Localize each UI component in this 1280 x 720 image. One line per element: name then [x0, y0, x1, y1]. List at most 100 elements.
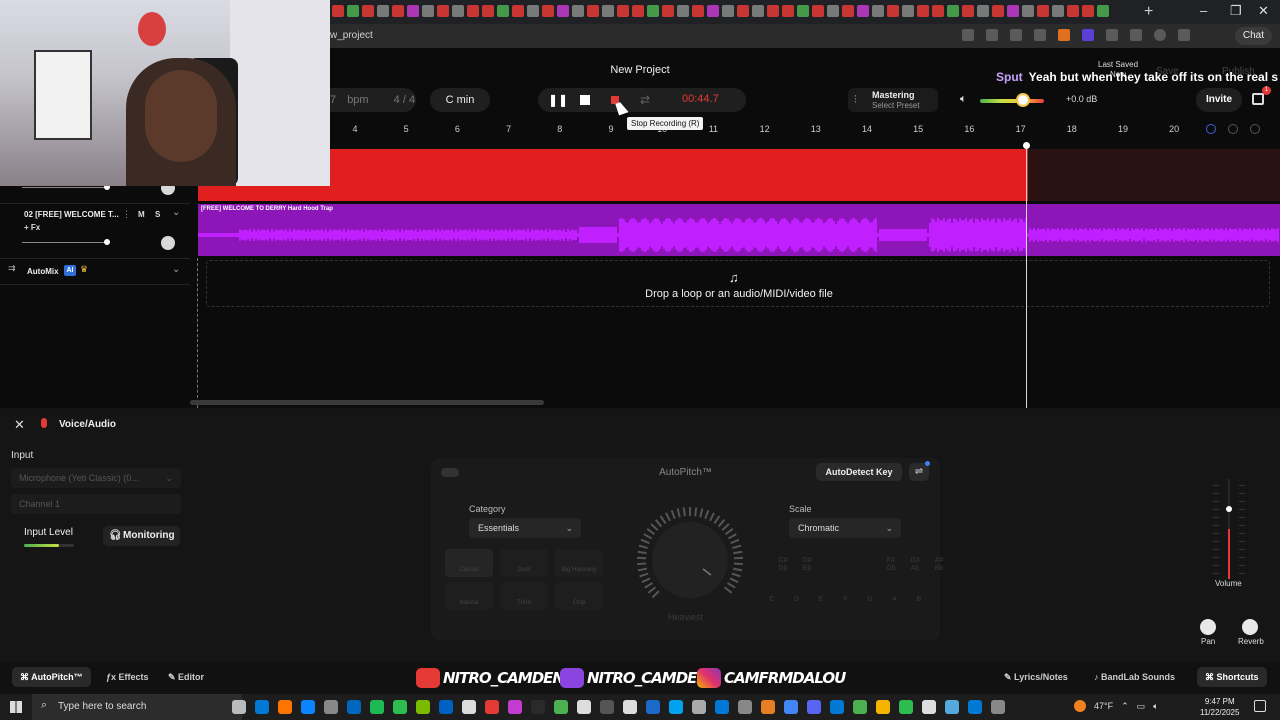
note-key[interactable]: C: [763, 596, 781, 603]
tab-favicon[interactable]: [707, 5, 719, 17]
taskbar-app-icon[interactable]: [485, 700, 499, 714]
tab-favicon[interactable]: [362, 5, 374, 17]
timeline-ruler[interactable]: 4567891011121314151617181920: [330, 120, 1280, 140]
tab-favicon[interactable]: [1067, 5, 1079, 17]
taskbar-app-icon[interactable]: [462, 700, 476, 714]
tab-favicon[interactable]: [1052, 5, 1064, 17]
tab-favicon[interactable]: [437, 5, 449, 17]
category-select[interactable]: Essentials ⌄: [469, 518, 581, 538]
solo-button[interactable]: S: [155, 210, 160, 219]
tab-favicon[interactable]: [332, 5, 344, 17]
bpm-control[interactable]: 7 bpm 4 / 4: [320, 88, 416, 112]
volume-icon[interactable]: 🔈︎: [1153, 701, 1158, 712]
taskbar-app-icon[interactable]: [232, 700, 246, 714]
track2-pan-knob[interactable]: [161, 236, 175, 250]
note-key[interactable]: D: [788, 596, 806, 603]
tab-favicon[interactable]: [992, 5, 1004, 17]
tab-favicon[interactable]: [902, 5, 914, 17]
tab-favicon[interactable]: [782, 5, 794, 17]
taskbar-app-icon[interactable]: [554, 700, 568, 714]
tab-favicon[interactable]: [1007, 5, 1019, 17]
shop-bag-icon[interactable]: [1252, 93, 1264, 105]
chord-key[interactable]: F# Gb: [882, 557, 900, 573]
tab-favicon[interactable]: [917, 5, 929, 17]
tab-favicon[interactable]: [1022, 5, 1034, 17]
tab-favicon[interactable]: [932, 5, 944, 17]
tab-favicon[interactable]: [632, 5, 644, 17]
tab-favicon[interactable]: [767, 5, 779, 17]
taskbar-app-icon[interactable]: [692, 700, 706, 714]
tab-favicon[interactable]: [452, 5, 464, 17]
tab-favicon[interactable]: [677, 5, 689, 17]
tab-favicon[interactable]: [827, 5, 839, 17]
taskbar-app-icon[interactable]: [646, 700, 660, 714]
taskbar-app-icon[interactable]: [623, 700, 637, 714]
chevron-up-icon[interactable]: ⌃: [1121, 701, 1129, 712]
input-device-select[interactable]: Microphone (Yeti Classic) (0... ⌄: [11, 468, 181, 488]
audio-clip[interactable]: [FREE] WELCOME TO DERRY Hard Hood Trap: [198, 204, 1280, 256]
tab-favicon[interactable]: [887, 5, 899, 17]
tab-favicon[interactable]: [722, 5, 734, 17]
network-icon[interactable]: ▭: [1137, 701, 1146, 712]
taskbar-app-icon[interactable]: [807, 700, 821, 714]
preset-big-harmony[interactable]: Big Harmony: [555, 549, 603, 577]
taskbar-apps[interactable]: [232, 700, 1005, 714]
taskbar-app-icon[interactable]: [508, 700, 522, 714]
tab-effects[interactable]: ƒx Effects: [98, 667, 157, 687]
tab-favicon[interactable]: [497, 5, 509, 17]
tab-favicon[interactable]: [587, 5, 599, 17]
key-selector[interactable]: C min: [430, 88, 490, 112]
pan-knob[interactable]: [1200, 619, 1216, 635]
taskbar-app-icon[interactable]: [393, 700, 407, 714]
tab-favicon[interactable]: [842, 5, 854, 17]
add-fx-button[interactable]: + Fx: [24, 223, 40, 232]
taskbar-app-icon[interactable]: [577, 700, 591, 714]
tab-favicon[interactable]: [1082, 5, 1094, 17]
taskbar-app-icon[interactable]: [738, 700, 752, 714]
taskbar-clock[interactable]: 9:47 PM 11/22/2025: [1200, 696, 1239, 718]
taskbar-app-icon[interactable]: [830, 700, 844, 714]
tab-favicon[interactable]: [602, 5, 614, 17]
tab-editor[interactable]: ✎ Editor: [160, 667, 212, 687]
taskbar-app-icon[interactable]: [531, 700, 545, 714]
pause-icon[interactable]: ❚❚: [548, 93, 568, 107]
tab-favicon[interactable]: [1097, 5, 1109, 17]
taskbar-app-icon[interactable]: [715, 700, 729, 714]
reverb-knob[interactable]: [1242, 619, 1258, 635]
new-tab-button[interactable]: +: [1144, 3, 1153, 21]
tab-favicon[interactable]: [407, 5, 419, 17]
tab-favicon[interactable]: [647, 5, 659, 17]
master-volume-handle[interactable]: [1016, 93, 1030, 107]
tab-favicon[interactable]: [1037, 5, 1049, 17]
taskbar-app-icon[interactable]: [278, 700, 292, 714]
note-key[interactable]: F: [837, 596, 855, 603]
snap-icon[interactable]: [1206, 124, 1216, 134]
zoom-out-icon[interactable]: [1228, 124, 1238, 134]
taskbar-app-icon[interactable]: [370, 700, 384, 714]
taskbar-app-icon[interactable]: [416, 700, 430, 714]
ruler-tools[interactable]: [1206, 124, 1260, 134]
stop-icon[interactable]: [578, 93, 592, 107]
channel-select[interactable]: Channel 1: [11, 494, 181, 514]
tab-favicon[interactable]: [752, 5, 764, 17]
playhead[interactable]: [1026, 146, 1027, 408]
tab-favicon[interactable]: [872, 5, 884, 17]
tab-favicon[interactable]: [812, 5, 824, 17]
browser-tabs[interactable]: [332, 5, 1132, 19]
taskbar-app-icon[interactable]: [853, 700, 867, 714]
tab-favicon[interactable]: [347, 5, 359, 17]
notification-icon[interactable]: [1254, 700, 1266, 712]
scale-select[interactable]: Chromatic ⌄: [789, 518, 901, 538]
copilot-chat-button[interactable]: Chat: [1234, 27, 1272, 45]
volume-handle[interactable]: [1226, 506, 1232, 512]
tab-favicon[interactable]: [527, 5, 539, 17]
horizontal-scrollbar[interactable]: [190, 400, 544, 405]
tab-shortcuts[interactable]: ⌘ Shortcuts: [1197, 667, 1267, 687]
system-tray[interactable]: 47°F ⌃ ▭ 🔈︎: [1074, 700, 1159, 712]
browser-toolbar-icons[interactable]: [962, 29, 1190, 41]
close-window-icon[interactable]: ✕: [1258, 3, 1269, 19]
monitoring-button[interactable]: 🎧︎ Monitoring: [103, 526, 180, 546]
tab-favicon[interactable]: [392, 5, 404, 17]
mastering-button[interactable]: ⫶ Mastering Select Preset: [848, 88, 938, 112]
knob-body[interactable]: [652, 522, 728, 598]
